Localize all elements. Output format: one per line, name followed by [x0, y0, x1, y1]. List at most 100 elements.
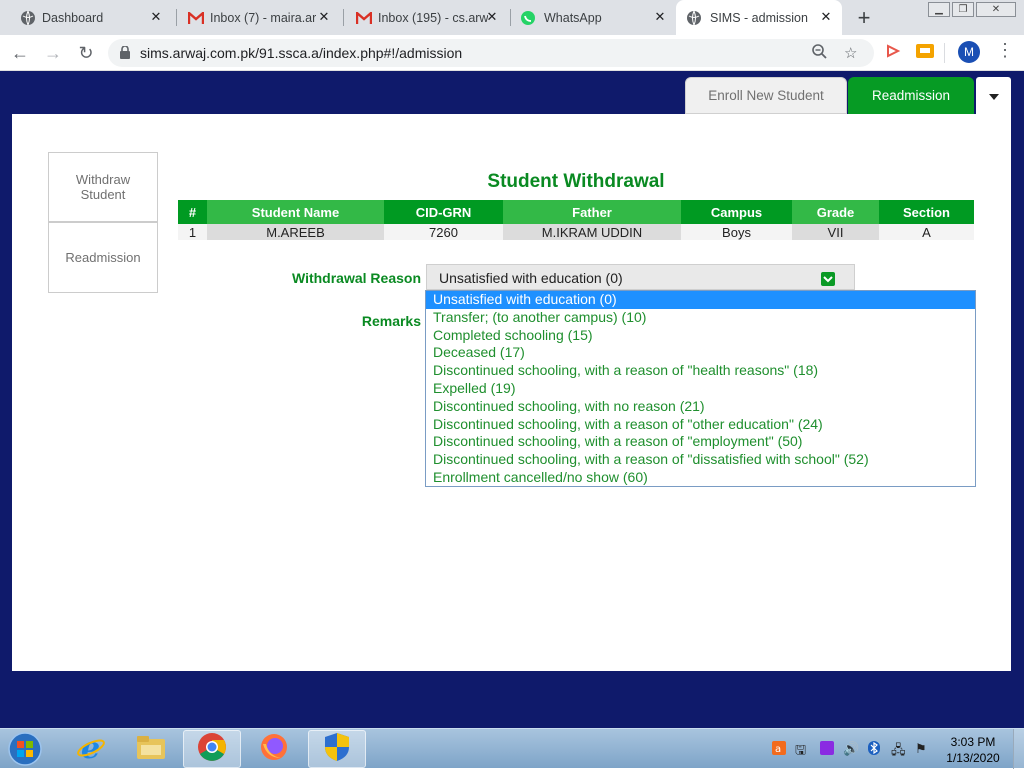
browser-tab-sims-admission[interactable]: SIMS - admission ✕ [676, 0, 842, 35]
dropdown-option[interactable]: Discontinued schooling, with a reason of… [426, 433, 975, 451]
tab-title: Inbox (195) - cs.arw [378, 10, 488, 25]
address-bar[interactable]: sims.arwaj.com.pk/91.ssca.a/index.php#!/… [108, 39, 874, 67]
url-text: sims.arwaj.com.pk/91.ssca.a/index.php#!/… [140, 45, 463, 61]
folder-icon [135, 733, 167, 766]
close-window-button[interactable]: ✕ [976, 2, 1016, 17]
taskbar-internet-explorer[interactable]: e [62, 730, 120, 768]
chevron-down-icon [821, 272, 835, 286]
dropdown-option[interactable]: Discontinued schooling, with a reason of… [426, 451, 975, 469]
table-cell: A [879, 224, 974, 240]
table-cell: 7260 [384, 224, 503, 240]
tab-enroll-new-student[interactable]: Enroll New Student [685, 77, 847, 114]
extension-card-icon[interactable] [916, 43, 934, 64]
shield-icon [324, 732, 350, 767]
page-title: Student Withdrawal [487, 171, 665, 192]
extension-arrow-icon[interactable] [885, 43, 901, 64]
table-header-row: # Student Name CID-GRN Father Campus Gra… [178, 200, 974, 224]
dropdown-option[interactable]: Deceased (17) [426, 344, 975, 362]
system-clock[interactable]: 3:03 PM 1/13/2020 [940, 734, 1006, 766]
firefox-icon [259, 732, 289, 767]
table-cell: M.IKRAM UDDIN [503, 224, 681, 240]
withdrawal-reason-select[interactable]: Unsatisfied with education (0) [426, 264, 855, 290]
close-icon[interactable]: ✕ [818, 9, 834, 25]
browser-tab-inbox-cs[interactable]: Inbox (195) - cs.arw ✕ [340, 0, 508, 35]
remarks-label: Remarks [361, 313, 421, 329]
column-header: Student Name [207, 200, 384, 224]
dropdown-option[interactable]: Enrollment cancelled/no show (60) [426, 469, 975, 487]
action-center-flag-icon[interactable]: ⚑ [915, 741, 927, 757]
taskbar-firefox[interactable] [245, 730, 303, 768]
tab-title: Dashboard [42, 10, 104, 25]
table-cell: Boys [681, 224, 792, 240]
device-icon[interactable]: 🖫 [795, 741, 806, 763]
reload-icon[interactable]: ↻ [74, 41, 98, 65]
close-icon[interactable]: ✕ [484, 9, 500, 25]
sidebar-item-readmission[interactable]: Readmission [48, 222, 158, 293]
close-icon[interactable]: ✕ [148, 9, 164, 25]
globe-icon [20, 10, 36, 26]
table-cell: VII [792, 224, 879, 240]
column-header: Section [879, 200, 974, 224]
dropdown-option[interactable]: Discontinued schooling, with no reason (… [426, 398, 975, 416]
forward-arrow-icon[interactable]: → [41, 41, 65, 65]
chrome-icon [197, 732, 227, 767]
column-header: Campus [681, 200, 792, 224]
gmail-icon [356, 10, 372, 26]
clock-time: 3:03 PM [950, 735, 996, 749]
taskbar: e a 🖫 🔊 🖧 ⚑ 3:03 PM 1/13/2020 [0, 728, 1024, 769]
close-icon[interactable]: ✕ [316, 9, 332, 25]
bluetooth-icon[interactable] [868, 741, 880, 758]
withdrawal-reason-options: Unsatisfied with education (0) Transfer;… [425, 290, 976, 487]
column-header: CID-GRN [384, 200, 503, 224]
browser-tab-strip: Dashboard ✕ Inbox (7) - maira.ar ✕ Inbox… [0, 0, 1024, 35]
volume-icon[interactable]: 🔊 [843, 741, 859, 757]
back-arrow-icon[interactable]: ← [8, 41, 32, 65]
tab-title: Inbox (7) - maira.ar [210, 10, 317, 25]
toolbar-divider [944, 43, 945, 63]
taskbar-chrome[interactable] [183, 730, 241, 768]
close-icon[interactable]: ✕ [652, 9, 668, 25]
start-button[interactable] [3, 731, 47, 767]
windows-logo-icon [8, 732, 42, 766]
column-header: Grade [792, 200, 879, 224]
tab-readmission[interactable]: Readmission [848, 77, 974, 114]
gmail-icon [188, 10, 204, 26]
whatsapp-icon [520, 10, 536, 26]
taskbar-security-shield[interactable] [308, 730, 366, 768]
dropdown-option[interactable]: Transfer; (to another campus) (10) [426, 309, 975, 327]
show-desktop-button[interactable] [1013, 729, 1024, 769]
browser-tab-whatsapp[interactable]: WhatsApp ✕ [508, 0, 676, 35]
avast-icon[interactable]: a [772, 741, 786, 758]
zoom-icon[interactable] [812, 44, 827, 63]
minimize-button[interactable]: ▁ [928, 2, 950, 17]
sidebar-item-withdraw-student[interactable]: Withdraw Student [48, 152, 158, 222]
network-icon[interactable]: 🖧 [891, 741, 906, 763]
new-tab-button[interactable]: + [852, 5, 876, 31]
lock-icon [120, 45, 130, 64]
svg-text:a: a [775, 744, 781, 755]
maximize-button[interactable]: ❐ [952, 2, 974, 17]
dropdown-option[interactable]: Discontinued schooling, with a reason of… [426, 416, 975, 434]
browser-toolbar: ← → ↻ sims.arwaj.com.pk/91.ssca.a/index.… [0, 35, 1024, 71]
withdrawal-reason-label: Withdrawal Reason [291, 270, 421, 286]
tab-title: SIMS - admission [710, 10, 808, 25]
taskbar-file-explorer[interactable] [122, 730, 180, 768]
table-cell: M.AREEB [207, 224, 384, 240]
column-header: Father [503, 200, 681, 224]
tray-app-icon[interactable] [820, 741, 834, 758]
browser-tab-dashboard[interactable]: Dashboard ✕ [0, 0, 172, 35]
table-cell: 1 [178, 224, 207, 240]
bookmark-star-icon[interactable]: ☆ [844, 44, 857, 62]
menu-dots-icon[interactable]: ⋮ [996, 40, 1014, 61]
browser-tab-inbox-maira[interactable]: Inbox (7) - maira.ar ✕ [172, 0, 340, 35]
student-table: # Student Name CID-GRN Father Campus Gra… [178, 200, 974, 240]
dropdown-option[interactable]: Discontinued schooling, with a reason of… [426, 362, 975, 380]
dropdown-option[interactable]: Completed schooling (15) [426, 327, 975, 345]
dropdown-option[interactable]: Unsatisfied with education (0) [426, 291, 975, 309]
dropdown-option[interactable]: Expelled (19) [426, 380, 975, 398]
selected-value: Unsatisfied with education (0) [439, 270, 623, 286]
more-options-dropdown[interactable] [976, 77, 1011, 114]
caret-down-icon [988, 88, 999, 103]
globe-icon [686, 10, 702, 26]
profile-avatar[interactable]: M [958, 41, 980, 63]
